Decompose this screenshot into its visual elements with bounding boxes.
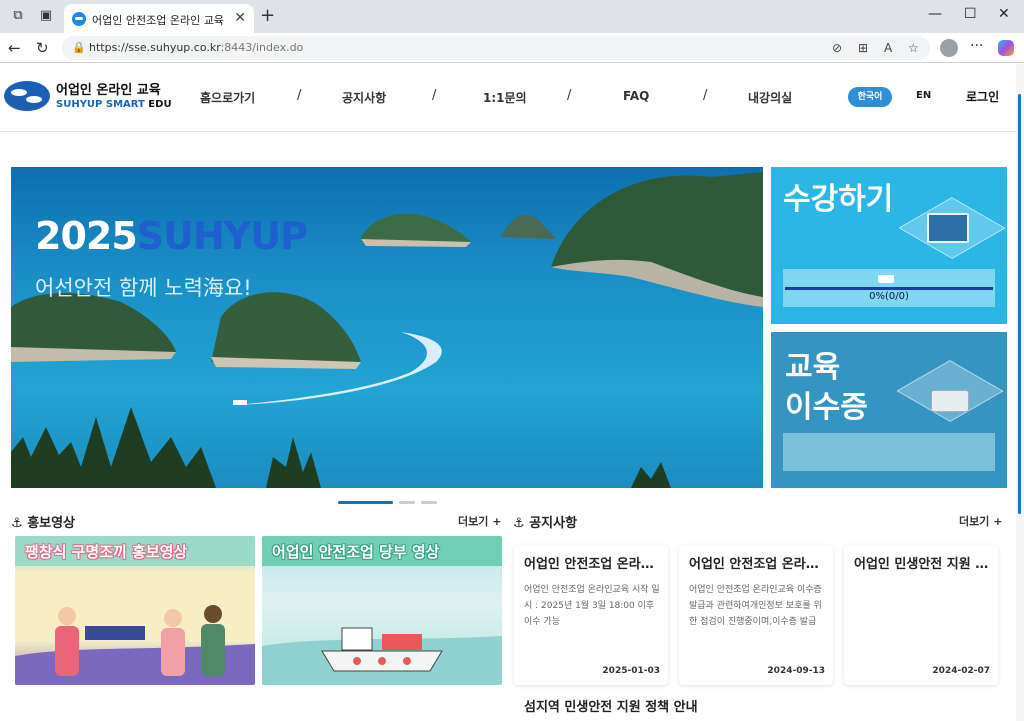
notice-date: 2024-02-07: [932, 666, 990, 676]
promo-video-card[interactable]: 어업인 안전조업 당부 영상: [262, 536, 502, 685]
nav-separator: /: [297, 88, 302, 103]
promo-video-thumbnail: [262, 627, 502, 685]
minimize-icon[interactable]: —: [928, 6, 942, 22]
slider-dot[interactable]: [399, 501, 415, 504]
certificate-card-title: 교육이수증: [785, 348, 868, 428]
nav-my-classroom[interactable]: 내강의실: [748, 89, 792, 106]
address-bar-row: ← ↻ 🔒 https://sse.suhyup.co.kr:8443/inde…: [0, 33, 1024, 63]
copilot-icon[interactable]: [998, 40, 1014, 56]
more-options-icon[interactable]: ···: [970, 38, 983, 54]
certificate-bar: [783, 433, 995, 471]
workspaces-icon[interactable]: ⧉: [10, 8, 26, 24]
anchor-icon: ⚓: [513, 516, 530, 531]
url-path: :8443/index.do: [220, 41, 304, 54]
notice-card[interactable]: 어업인 안전조업 온라인교육 이수증 발급 안내 어업인 안전조업 온라인교육 …: [679, 545, 833, 685]
enroll-progress-text: 0%(0/0): [869, 291, 909, 302]
slider-dot[interactable]: [421, 501, 437, 504]
lock-icon: 🔒: [72, 41, 86, 54]
notice-body: 어업인 안전조업 온라인교육 이수증 발급과 관련하여개인정보 보호를 위한 점…: [689, 585, 822, 627]
new-tab-icon[interactable]: +: [260, 5, 275, 26]
hero-title: 2025SUHYUP: [35, 214, 308, 258]
url-text: https://sse.suhyup.co.kr:8443/index.do: [89, 41, 303, 54]
nav-separator: /: [432, 88, 437, 103]
certificate-card[interactable]: 교육이수증: [771, 332, 1007, 488]
hero-title-brand: SUHYUP: [136, 214, 308, 258]
hero-subtitle: 어선안전 함께 노력海요!: [35, 276, 252, 300]
nav-inquiry[interactable]: 1:1문의: [483, 89, 527, 106]
logo-title[interactable]: 어업인 온라인 교육: [56, 79, 161, 98]
refresh-icon[interactable]: ↻: [36, 39, 49, 57]
hero-banner[interactable]: 2025SUHYUP 어선안전 함께 노력海요!: [11, 167, 763, 488]
hero-title-year: 2025: [35, 214, 138, 258]
login-button[interactable]: 로그인: [966, 88, 999, 105]
lang-korean-button[interactable]: 한국어: [848, 87, 892, 107]
anchor-icon: ⚓: [11, 516, 28, 531]
nav-separator: /: [703, 88, 708, 103]
nav-separator: /: [567, 88, 572, 103]
notice-title: 어업인 민생안전 지원 안내: [854, 557, 994, 572]
site-header: 어업인 온라인 교육 SUHYUP SMART EDU 홈으로가기 / 공지사항…: [0, 64, 1016, 132]
progress-track: [785, 287, 993, 290]
printer-icon: [931, 390, 969, 412]
notice-card[interactable]: 어업인 민생안전 지원 안내 2024-02-07: [844, 545, 998, 685]
promo-video-thumbnail: [15, 605, 255, 685]
nav-notice[interactable]: 공지사항: [342, 89, 386, 106]
browser-tab[interactable]: 어업인 안전조업 온라인 교육 ✕: [64, 4, 254, 33]
slider-dot-active[interactable]: [338, 501, 393, 504]
camera-off-icon[interactable]: ⊘: [832, 41, 842, 55]
promo-section-heading: ⚓ 홍보영상: [11, 512, 75, 531]
notice-extra-title[interactable]: 섬지역 민생안전 지원 정책 안내: [524, 696, 698, 715]
tab-actions-icon[interactable]: ▣: [38, 8, 54, 24]
nav-home[interactable]: 홈으로가기: [200, 89, 255, 106]
apps-icon[interactable]: ⊞: [858, 41, 868, 55]
boat-icon: [878, 275, 894, 283]
notice-date: 2024-09-13: [767, 666, 825, 676]
url-input[interactable]: 🔒 https://sse.suhyup.co.kr:8443/index.do…: [62, 36, 930, 60]
url-host: https://sse.suhyup.co.kr: [89, 41, 221, 54]
site-favicon-icon: [72, 12, 86, 26]
enroll-card[interactable]: 수강하기 0%(0/0): [771, 167, 1007, 324]
notice-card[interactable]: 어업인 안전조업 온라인교육 시작 어업인 안전조업 온라인교육 시작 일시 :…: [514, 545, 668, 685]
promo-video-card[interactable]: 팽창식 구명조끼 홍보영상: [15, 536, 255, 685]
suhyup-logo-icon[interactable]: [4, 81, 50, 111]
enroll-progress: 0%(0/0): [783, 269, 995, 307]
browser-tab-bar: ⧉ ▣ 어업인 안전조업 온라인 교육 ✕ + — ☐ ✕: [0, 0, 1024, 33]
favorite-star-icon[interactable]: ☆: [908, 41, 919, 55]
notice-heading-text: 공지사항: [529, 516, 578, 531]
profile-avatar[interactable]: [940, 39, 958, 57]
notice-body: 어업인 안전조업 온라인교육 시작 일시 : 2025년 1월 3일 18:00…: [524, 585, 660, 627]
notice-more-link[interactable]: 더보기 +: [959, 513, 1002, 529]
maximize-icon[interactable]: ☐: [964, 6, 977, 22]
logo-suffix: EDU: [144, 99, 172, 110]
tab-title: 어업인 안전조업 온라인 교육: [92, 14, 224, 27]
close-tab-icon[interactable]: ✕: [234, 10, 246, 26]
page-scrollbar[interactable]: [1016, 64, 1024, 721]
read-aloud-icon[interactable]: A: [884, 41, 892, 55]
enroll-card-title: 수강하기: [783, 182, 894, 217]
lang-english-button[interactable]: EN: [916, 90, 931, 101]
monitor-icon: [927, 213, 969, 243]
logo-subtitle: SUHYUP SMART EDU: [56, 99, 172, 110]
certificate-title-line1: 교육: [785, 350, 841, 385]
notice-date: 2025-01-03: [602, 666, 660, 676]
logo-brand: SUHYUP SMART: [56, 99, 145, 110]
nav-faq[interactable]: FAQ: [623, 89, 649, 103]
certificate-title-line2: 이수증: [785, 390, 868, 425]
close-window-icon[interactable]: ✕: [998, 6, 1010, 22]
promo-heading-text: 홍보영상: [27, 516, 76, 531]
notice-section-heading: ⚓ 공지사항: [513, 512, 577, 531]
notice-title: 어업인 안전조업 온라인교육 시작: [524, 557, 664, 572]
promo-more-link[interactable]: 더보기 +: [458, 513, 501, 529]
scrollbar-thumb[interactable]: [1018, 94, 1021, 514]
notice-title: 어업인 안전조업 온라인교육 이수증 발급 안내: [689, 557, 829, 572]
back-icon[interactable]: ←: [8, 39, 21, 57]
